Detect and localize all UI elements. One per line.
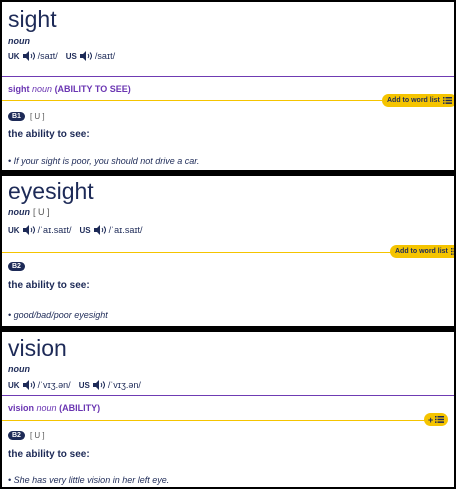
add-to-word-list-button[interactable]: Add to word list: [390, 245, 454, 258]
part-of-speech: noun: [8, 207, 30, 217]
us-label: US: [65, 51, 77, 61]
speaker-icon[interactable]: [92, 380, 105, 390]
level-row: B1 [ U ]: [8, 112, 45, 121]
list-icon: [450, 248, 454, 255]
pronunciation-row: UK /saɪt/ US /saɪt/: [8, 51, 123, 61]
part-of-speech: noun: [8, 364, 30, 374]
level-row: B2 [ U ]: [8, 431, 45, 440]
guide-word: (ABILITY): [59, 403, 101, 413]
sense-pos: noun: [36, 403, 57, 413]
part-of-speech-row: noun[ U ]: [8, 207, 50, 217]
add-to-word-list-button[interactable]: +: [424, 413, 449, 426]
button-label: Add to word list: [387, 97, 440, 104]
uk-label: UK: [8, 225, 20, 235]
grammar-code: [ U ]: [33, 207, 50, 217]
pronunciation-row: UK /ˈaɪ.saɪt/ US /ˈaɪ.saɪt/: [8, 225, 151, 235]
divider: [2, 420, 426, 421]
definition: the ability to see:: [8, 280, 90, 291]
speaker-icon[interactable]: [22, 380, 35, 390]
divider: [2, 100, 382, 101]
us-label: US: [79, 225, 91, 235]
speaker-icon[interactable]: [93, 225, 106, 235]
uk-ipa: /ˈaɪ.saɪt/: [37, 225, 72, 235]
example-sentence: • good/bad/poor eyesight: [8, 310, 108, 320]
definition: the ability to see:: [8, 449, 90, 460]
example-sentence: • She has very little vision in her left…: [8, 475, 170, 485]
example-sentence: • If your sight is poor, you should not …: [8, 156, 200, 166]
uk-label: UK: [8, 51, 20, 61]
uk-ipa: /ˈvɪʒ.ən/: [37, 380, 71, 390]
pronunciation-row: UK /ˈvɪʒ.ən/ US /ˈvɪʒ.ən/: [8, 380, 149, 390]
speaker-icon[interactable]: [79, 51, 92, 61]
grammar-code: [ U ]: [29, 112, 45, 121]
divider: [2, 252, 392, 253]
list-icon: [435, 416, 445, 423]
headword: sight: [8, 6, 57, 32]
sense-heading: sight noun (ABILITY TO SEE): [8, 84, 131, 94]
speaker-icon[interactable]: [22, 225, 35, 235]
cefr-level-badge: B1: [8, 112, 25, 121]
uk-ipa: /saɪt/: [37, 51, 58, 61]
entry-sight: sight noun UK /saɪt/ US /saɪt/ sight nou…: [2, 2, 454, 170]
sense-word: sight: [8, 84, 30, 94]
headword: vision: [8, 335, 67, 361]
speaker-icon[interactable]: [22, 51, 35, 61]
part-of-speech: noun: [8, 36, 30, 46]
us-ipa: /saɪt/: [94, 51, 116, 61]
list-icon: [442, 97, 452, 104]
divider: [2, 76, 454, 77]
button-label: +: [428, 414, 434, 425]
headword: eyesight: [8, 178, 94, 204]
entry-vision: vision noun UK /ˈvɪʒ.ən/ US /ˈvɪʒ.ən/ vi…: [2, 332, 454, 487]
us-ipa: /ˈaɪ.saɪt/: [108, 225, 143, 235]
definition: the ability to see:: [8, 129, 90, 140]
sense-word: vision: [8, 403, 35, 413]
sense-pos: noun: [32, 84, 53, 94]
cefr-level-badge: B2: [8, 431, 25, 440]
add-to-word-list-button[interactable]: Add to word list: [382, 94, 454, 107]
guide-word: (ABILITY TO SEE): [54, 84, 131, 94]
us-label: US: [78, 380, 90, 390]
uk-label: UK: [8, 380, 20, 390]
cefr-level-badge: B2: [8, 262, 25, 271]
us-ipa: /ˈvɪʒ.ən/: [107, 380, 141, 390]
grammar-code: [ U ]: [29, 431, 45, 440]
level-row: B2: [8, 262, 30, 271]
entry-eyesight: eyesight noun[ U ] UK /ˈaɪ.saɪt/ US /ˈaɪ…: [2, 176, 454, 326]
divider: [2, 395, 454, 396]
sense-heading: vision noun (ABILITY): [8, 403, 100, 413]
button-label: Add to word list: [395, 248, 448, 255]
